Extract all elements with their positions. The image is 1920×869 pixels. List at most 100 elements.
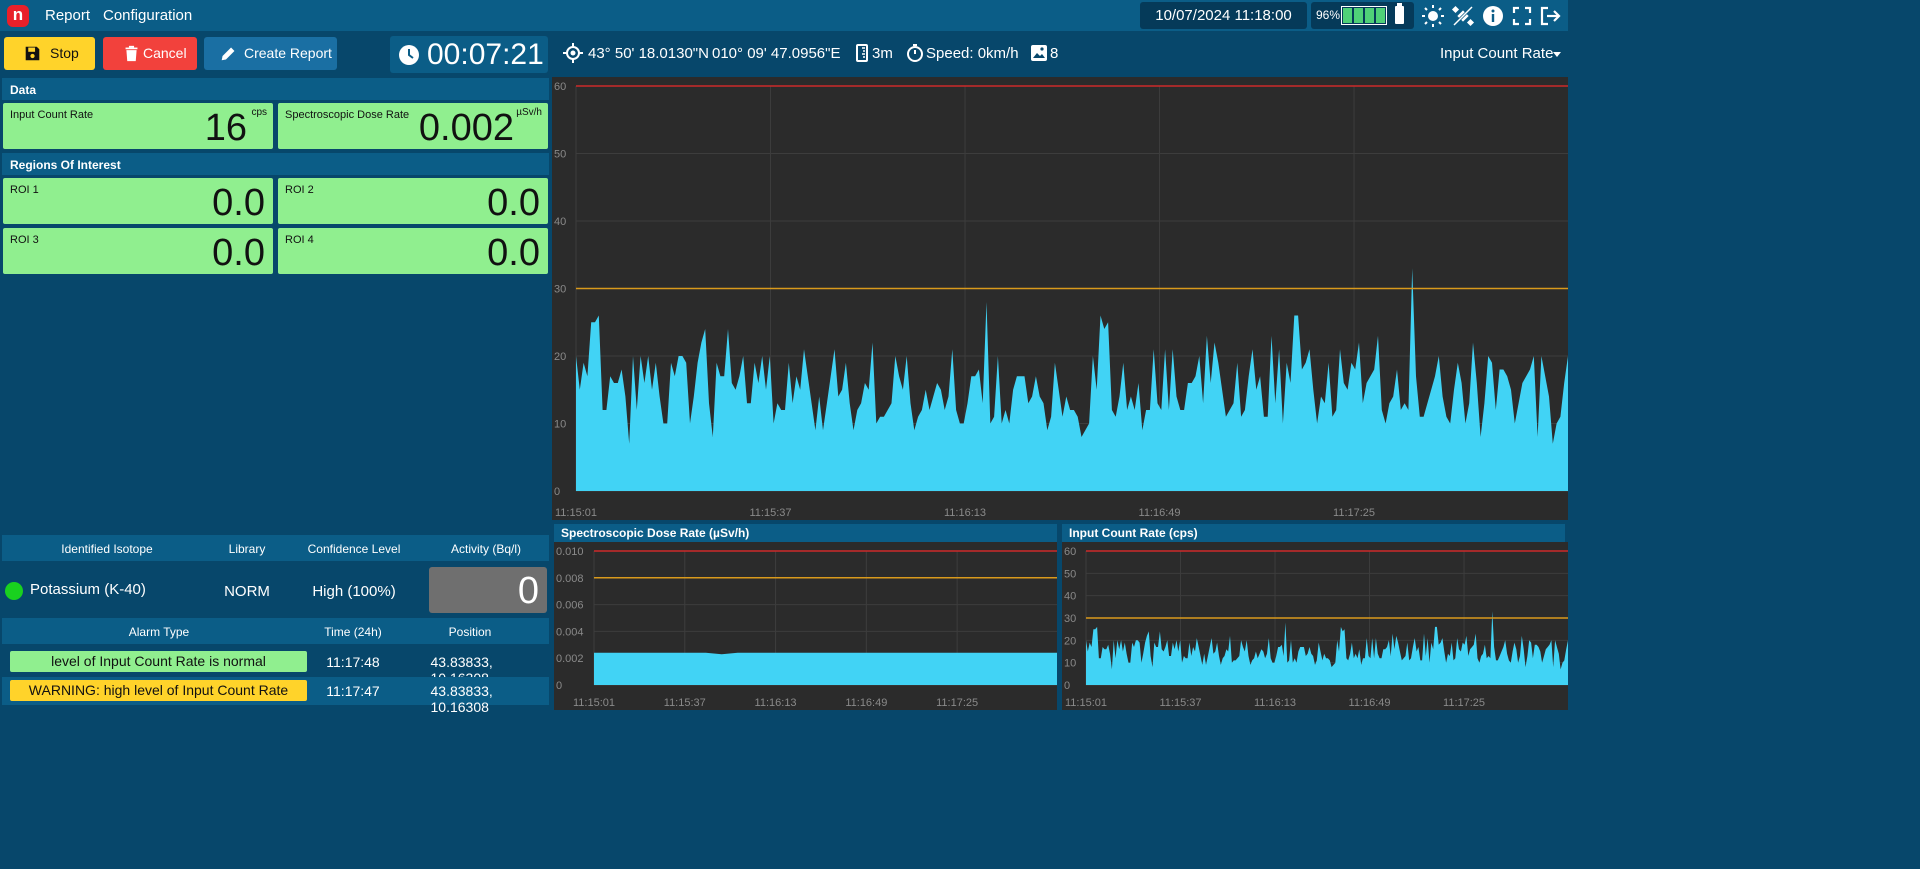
isotope-library: NORM bbox=[224, 583, 270, 600]
y-tick-label: 30 bbox=[1064, 613, 1076, 625]
roi-value: 0.0 bbox=[487, 232, 540, 274]
table-row[interactable]: Potassium (K-40) NORM High (100%) 0 bbox=[2, 564, 549, 616]
dose-rate-unit: µSv/h bbox=[516, 107, 542, 118]
menu-report[interactable]: Report bbox=[45, 7, 90, 24]
longitude: 010° 09' 47.0956"E bbox=[712, 45, 841, 62]
fullscreen-icon[interactable] bbox=[1510, 4, 1534, 28]
column-header: Identified Isotope bbox=[61, 542, 153, 556]
pencil-icon bbox=[221, 47, 235, 61]
alarm-table-header: Alarm Type Time (24h) Position bbox=[2, 618, 549, 644]
chart-select-dropdown[interactable]: Input Count Rate bbox=[1440, 45, 1553, 62]
x-tick-label: 11:16:49 bbox=[1349, 697, 1391, 709]
x-tick-label: 11:17:25 bbox=[1333, 507, 1375, 519]
count-rate-chart-svg: 0 10 20 30 40 50 60 11:15:01 11:15:37 11:16:13 11:… bbox=[1064, 546, 1568, 709]
data-section-title: Data bbox=[2, 78, 549, 100]
top-menu-bar: n Report Configuration 10/07/2024 11:18:… bbox=[0, 0, 1568, 31]
elapsed-timer: 00:07:21 bbox=[390, 36, 548, 73]
x-tick-label: 11:16:13 bbox=[755, 697, 797, 709]
info-icon[interactable] bbox=[1481, 4, 1505, 28]
x-tick-label: 11:16:49 bbox=[1139, 507, 1181, 519]
cancel-label: Cancel bbox=[143, 45, 187, 61]
roi-label: ROI 3 bbox=[10, 234, 39, 246]
y-tick-label: 10 bbox=[1064, 658, 1076, 670]
y-tick-label: 10 bbox=[554, 419, 566, 431]
create-report-button[interactable]: Create Report bbox=[204, 37, 337, 70]
table-row[interactable]: level of Input Count Rate is normal 11:1… bbox=[2, 648, 549, 686]
x-tick-label: 11:17:25 bbox=[936, 697, 978, 709]
roi-tile: ROI 4 0.0 bbox=[278, 228, 548, 274]
column-header: Confidence Level bbox=[307, 542, 401, 556]
y-tick-label: 0.006 bbox=[556, 600, 584, 612]
count-rate-chart[interactable]: 0 10 20 30 40 50 60 11:15:01 11:15:37 11:16:13 11:… bbox=[1062, 542, 1568, 710]
x-tick-label: 11:16:49 bbox=[845, 697, 887, 709]
main-chart-svg: 0 10 20 30 40 50 60 11:15:01 11:15:37 11:16:13 11:… bbox=[554, 81, 1568, 519]
y-tick-label: 0.002 bbox=[556, 653, 584, 665]
activity-value: 0 bbox=[517, 570, 539, 612]
y-tick-label: 50 bbox=[1064, 568, 1076, 580]
y-tick-label: 0.008 bbox=[556, 573, 584, 585]
roi-tile: ROI 2 0.0 bbox=[278, 178, 548, 224]
cancel-button[interactable]: Cancel bbox=[103, 37, 197, 70]
stop-button[interactable]: Stop bbox=[4, 37, 95, 70]
alarm-time: 11:17:48 bbox=[326, 654, 380, 670]
y-tick-label: 0 bbox=[556, 680, 562, 692]
table-row[interactable]: WARNING: high level of Input Count Rate … bbox=[2, 677, 549, 715]
ruler-icon bbox=[856, 44, 868, 62]
input-count-rate-value: 16 bbox=[204, 107, 247, 149]
gps-off-icon[interactable] bbox=[1451, 4, 1475, 28]
x-tick-label: 11:16:13 bbox=[1254, 697, 1296, 709]
input-count-rate-label: Input Count Rate bbox=[10, 109, 94, 121]
input-count-rate-tile: Input Count Rate 16 cps bbox=[3, 103, 273, 149]
roi-tile: ROI 1 0.0 bbox=[3, 178, 273, 224]
x-tick-label: 11:15:37 bbox=[750, 507, 792, 519]
isotope-confidence: High (100%) bbox=[312, 583, 396, 600]
y-tick-label: 40 bbox=[1064, 591, 1076, 603]
stop-label: Stop bbox=[50, 45, 79, 61]
column-header: Time (24h) bbox=[324, 625, 382, 639]
y-tick-label: 40 bbox=[554, 216, 566, 228]
x-tick-label: 11:17:25 bbox=[1443, 697, 1485, 709]
roi-label: ROI 2 bbox=[285, 184, 314, 196]
logout-icon[interactable] bbox=[1538, 4, 1562, 28]
series-area bbox=[594, 652, 1057, 685]
y-tick-label: 0.010 bbox=[556, 546, 584, 558]
dose-rate-chart-svg: 0 0.002 0.004 0.006 0.008 0.010 11:15:01 11:15:… bbox=[556, 546, 1057, 709]
distance: 3m bbox=[872, 45, 893, 62]
timer-value: 00:07:21 bbox=[427, 38, 544, 71]
count-rate-chart-title: Input Count Rate (cps) bbox=[1062, 524, 1565, 542]
y-tick-label: 0 bbox=[1064, 680, 1070, 692]
datetime-display: 10/07/2024 11:18:00 bbox=[1140, 2, 1307, 29]
series-area bbox=[1086, 611, 1568, 685]
y-tick-label: 20 bbox=[554, 351, 566, 363]
dose-rate-chart[interactable]: 0 0.002 0.004 0.006 0.008 0.010 11:15:01 11:15:… bbox=[554, 542, 1057, 710]
battery-icon bbox=[1395, 3, 1404, 24]
stopwatch-icon bbox=[907, 44, 923, 62]
roi-section-title: Regions Of Interest bbox=[2, 153, 549, 175]
isotope-name: Potassium (K-40) bbox=[30, 581, 146, 598]
brightness-icon[interactable] bbox=[1421, 4, 1445, 28]
battery-status: 96% bbox=[1311, 2, 1414, 29]
status-dot-icon bbox=[5, 582, 23, 600]
y-tick-label: 0 bbox=[554, 486, 560, 498]
create-report-label: Create Report bbox=[244, 45, 332, 61]
x-tick-label: 11:16:13 bbox=[944, 507, 986, 519]
battery-level-icon bbox=[1341, 6, 1387, 25]
x-tick-label: 11:15:37 bbox=[664, 697, 706, 709]
chevron-down-icon[interactable] bbox=[1553, 52, 1561, 57]
alarm-time: 11:17:47 bbox=[326, 683, 380, 699]
y-tick-label: 60 bbox=[1064, 546, 1076, 558]
save-icon bbox=[25, 46, 40, 61]
main-chart[interactable]: 0 10 20 30 40 50 60 11:15:01 11:15:37 11:16:13 11:… bbox=[552, 77, 1568, 520]
roi-value: 0.0 bbox=[212, 232, 265, 274]
roi-label: ROI 1 bbox=[10, 184, 39, 196]
gps-fix-icon bbox=[563, 43, 583, 63]
roi-label: ROI 4 bbox=[285, 234, 314, 246]
y-tick-label: 50 bbox=[554, 149, 566, 161]
alarm-position: 43.83833, 10.16308 bbox=[430, 683, 493, 715]
menu-configuration[interactable]: Configuration bbox=[103, 7, 192, 24]
column-header: Position bbox=[448, 625, 492, 639]
y-tick-label: 0.004 bbox=[556, 626, 584, 638]
latitude: 43° 50' 18.0130"N bbox=[588, 45, 709, 62]
alarm-type-badge: level of Input Count Rate is normal bbox=[10, 651, 307, 672]
speed: Speed: 0km/h bbox=[926, 45, 1019, 62]
